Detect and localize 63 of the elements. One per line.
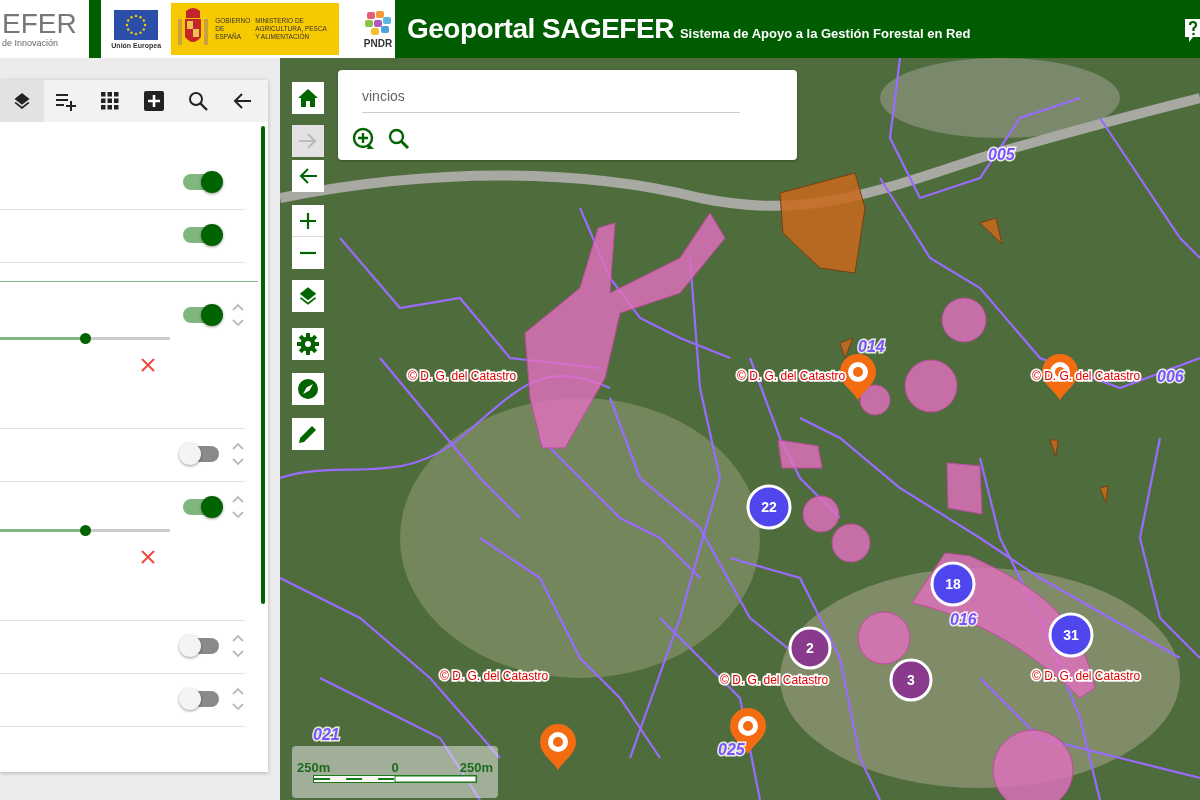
settings-button[interactable] — [292, 328, 324, 360]
layers-button[interactable] — [292, 280, 324, 312]
parcel-number: 021 — [313, 726, 340, 743]
cluster-marker[interactable] — [1048, 612, 1094, 658]
add-circle-icon[interactable] — [352, 127, 376, 151]
eu-flag-icon — [114, 9, 159, 40]
zoom-in-button[interactable] — [292, 205, 324, 237]
scale-label: 250m — [297, 760, 331, 775]
layers-icon — [12, 91, 32, 111]
parcel-number: 014 — [858, 338, 885, 355]
zoom-out-button[interactable] — [292, 237, 324, 269]
cluster-count: 3 — [907, 672, 915, 688]
cluster-marker[interactable] — [889, 658, 933, 702]
search-icon — [188, 91, 208, 111]
pencil-button[interactable] — [292, 418, 324, 450]
cluster-marker[interactable] — [788, 626, 832, 670]
logo-text: EFER — [2, 10, 77, 38]
compass-button[interactable] — [292, 373, 324, 405]
cluster-marker[interactable] — [930, 561, 976, 607]
slider-thumb[interactable] — [80, 333, 91, 344]
search-icon[interactable] — [388, 128, 410, 150]
remove-icon[interactable] — [140, 549, 156, 565]
settings-icon — [297, 333, 319, 355]
layers-tool-button[interactable] — [0, 80, 44, 122]
search-field[interactable]: vincios — [362, 82, 740, 113]
parcel-polygon[interactable] — [839, 337, 854, 359]
back-arrow-icon — [298, 166, 318, 186]
cluster-count: 18 — [945, 576, 961, 592]
zoom-in-icon — [299, 211, 317, 230]
zoom-out-icon — [299, 251, 317, 255]
scale-label: 250m — [459, 760, 493, 775]
grid-icon — [101, 92, 119, 110]
parcel-number: 016 — [950, 611, 977, 628]
logo-subtext: de Innovación — [2, 38, 59, 48]
parcel-number: 025 — [718, 741, 745, 758]
scale-label: 0 — [391, 760, 399, 775]
back-button[interactable] — [292, 160, 324, 192]
attribution-label: © D. G. del Catastro — [440, 669, 549, 683]
attribution-label: © D. G. del Catastro — [1032, 669, 1141, 683]
home-icon — [297, 88, 319, 108]
pndr-label: PNDR — [363, 37, 393, 49]
cluster-marker[interactable] — [746, 484, 792, 530]
logo-stripe — [88, 0, 102, 58]
layers-icon — [297, 285, 319, 307]
slider-thumb[interactable] — [80, 525, 91, 536]
cluster-count: 22 — [761, 499, 777, 515]
remove-icon[interactable] — [140, 357, 156, 373]
attribution-label: © D. G. del Catastro — [408, 369, 517, 383]
scale-ruler-icon — [313, 775, 477, 783]
cluster-count: 31 — [1063, 627, 1079, 643]
scrollbar-thumb[interactable] — [261, 126, 265, 604]
add-list-icon — [54, 91, 78, 111]
app-title: Geoportal SAGEFER — [407, 13, 674, 45]
location-pin-icon[interactable] — [540, 724, 576, 770]
cluster-count: 2 — [806, 640, 814, 656]
pencil-icon — [298, 424, 318, 444]
parcel-number: 006 — [1157, 368, 1184, 385]
back-arrow-icon — [232, 91, 252, 111]
home-button[interactable] — [292, 82, 324, 114]
plus-box-icon — [144, 91, 164, 111]
app-subtitle: Sistema de Apoyo a la Gestión Forestal en Red — [679, 25, 971, 41]
compass-icon — [297, 378, 319, 400]
forward-arrow-icon — [298, 131, 318, 151]
